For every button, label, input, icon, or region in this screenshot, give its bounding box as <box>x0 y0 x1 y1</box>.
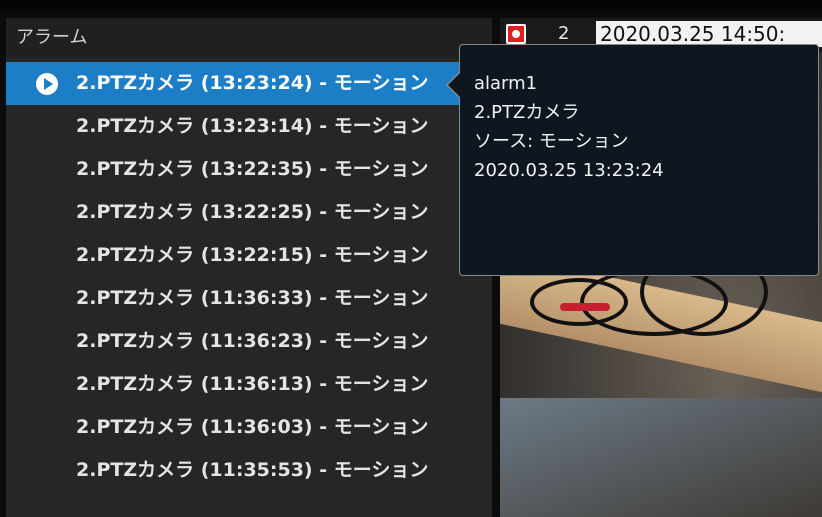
alarm-list-item[interactable]: 2.PTZカメラ (11:36:03) - モーション <box>6 406 492 449</box>
tooltip-arrow <box>446 71 461 99</box>
alarm-item-label: 2.PTZカメラ (11:36:23) - モーション <box>76 330 429 352</box>
video-scene-floor <box>500 398 822 517</box>
alarm-item-label: 2.PTZカメラ (13:22:25) - モーション <box>76 201 429 223</box>
alarm-panel: アラーム 2.PTZカメラ (13:23:24) - モーション 2.PTZカメ… <box>6 18 492 517</box>
tooltip-time: 2020.03.25 13:23:24 <box>474 160 664 181</box>
alarm-list-item[interactable]: 2.PTZカメラ (13:23:24) - モーション <box>6 62 492 105</box>
alarm-list-item[interactable]: 2.PTZカメラ (11:36:13) - モーション <box>6 363 492 406</box>
video-scene-cable <box>530 278 628 326</box>
alarm-item-label: 2.PTZカメラ (13:22:35) - モーション <box>76 158 429 180</box>
alarm-item-label: 2.PTZカメラ (11:36:33) - モーション <box>76 287 429 309</box>
alarm-list-item[interactable]: 2.PTZカメラ (11:35:53) - モーション <box>6 449 492 492</box>
alarm-list: 2.PTZカメラ (13:23:24) - モーション 2.PTZカメラ (13… <box>6 62 492 492</box>
alarm-item-label: 2.PTZカメラ (13:22:15) - モーション <box>76 244 429 266</box>
alarm-list-item[interactable]: 2.PTZカメラ (13:22:15) - モーション <box>6 234 492 277</box>
alarm-item-label: 2.PTZカメラ (11:36:13) - モーション <box>76 373 429 395</box>
alarm-list-item[interactable]: 2.PTZカメラ (13:22:35) - モーション <box>6 148 492 191</box>
tooltip-alarm-name: alarm1 <box>474 73 538 94</box>
top-strip <box>0 0 822 12</box>
video-scene-strap <box>560 303 610 311</box>
record-icon[interactable] <box>506 24 526 44</box>
alarm-list-item[interactable]: 2.PTZカメラ (13:23:14) - モーション <box>6 105 492 148</box>
alarm-list-item[interactable]: 2.PTZカメラ (13:22:25) - モーション <box>6 191 492 234</box>
alarm-list-item[interactable]: 2.PTZカメラ (11:36:33) - モーション <box>6 277 492 320</box>
alarm-item-label: 2.PTZカメラ (13:23:24) - モーション <box>76 72 429 94</box>
tooltip-camera: 2.PTZカメラ <box>474 102 580 123</box>
alarm-panel-title: アラーム <box>6 18 492 58</box>
alarm-item-label: 2.PTZカメラ (11:36:03) - モーション <box>76 416 429 438</box>
alarm-list-item[interactable]: 2.PTZカメラ (11:36:23) - モーション <box>6 320 492 363</box>
alarm-item-label: 2.PTZカメラ (11:35:53) - モーション <box>76 459 429 481</box>
alarm-item-label: 2.PTZカメラ (13:23:14) - モーション <box>76 115 429 137</box>
play-icon[interactable] <box>36 73 58 95</box>
alarm-tooltip: alarm1 2.PTZカメラ ソース: モーション 2020.03.25 13… <box>446 44 819 276</box>
camera-number: 2 <box>558 23 570 44</box>
tooltip-source: ソース: モーション <box>474 131 629 152</box>
